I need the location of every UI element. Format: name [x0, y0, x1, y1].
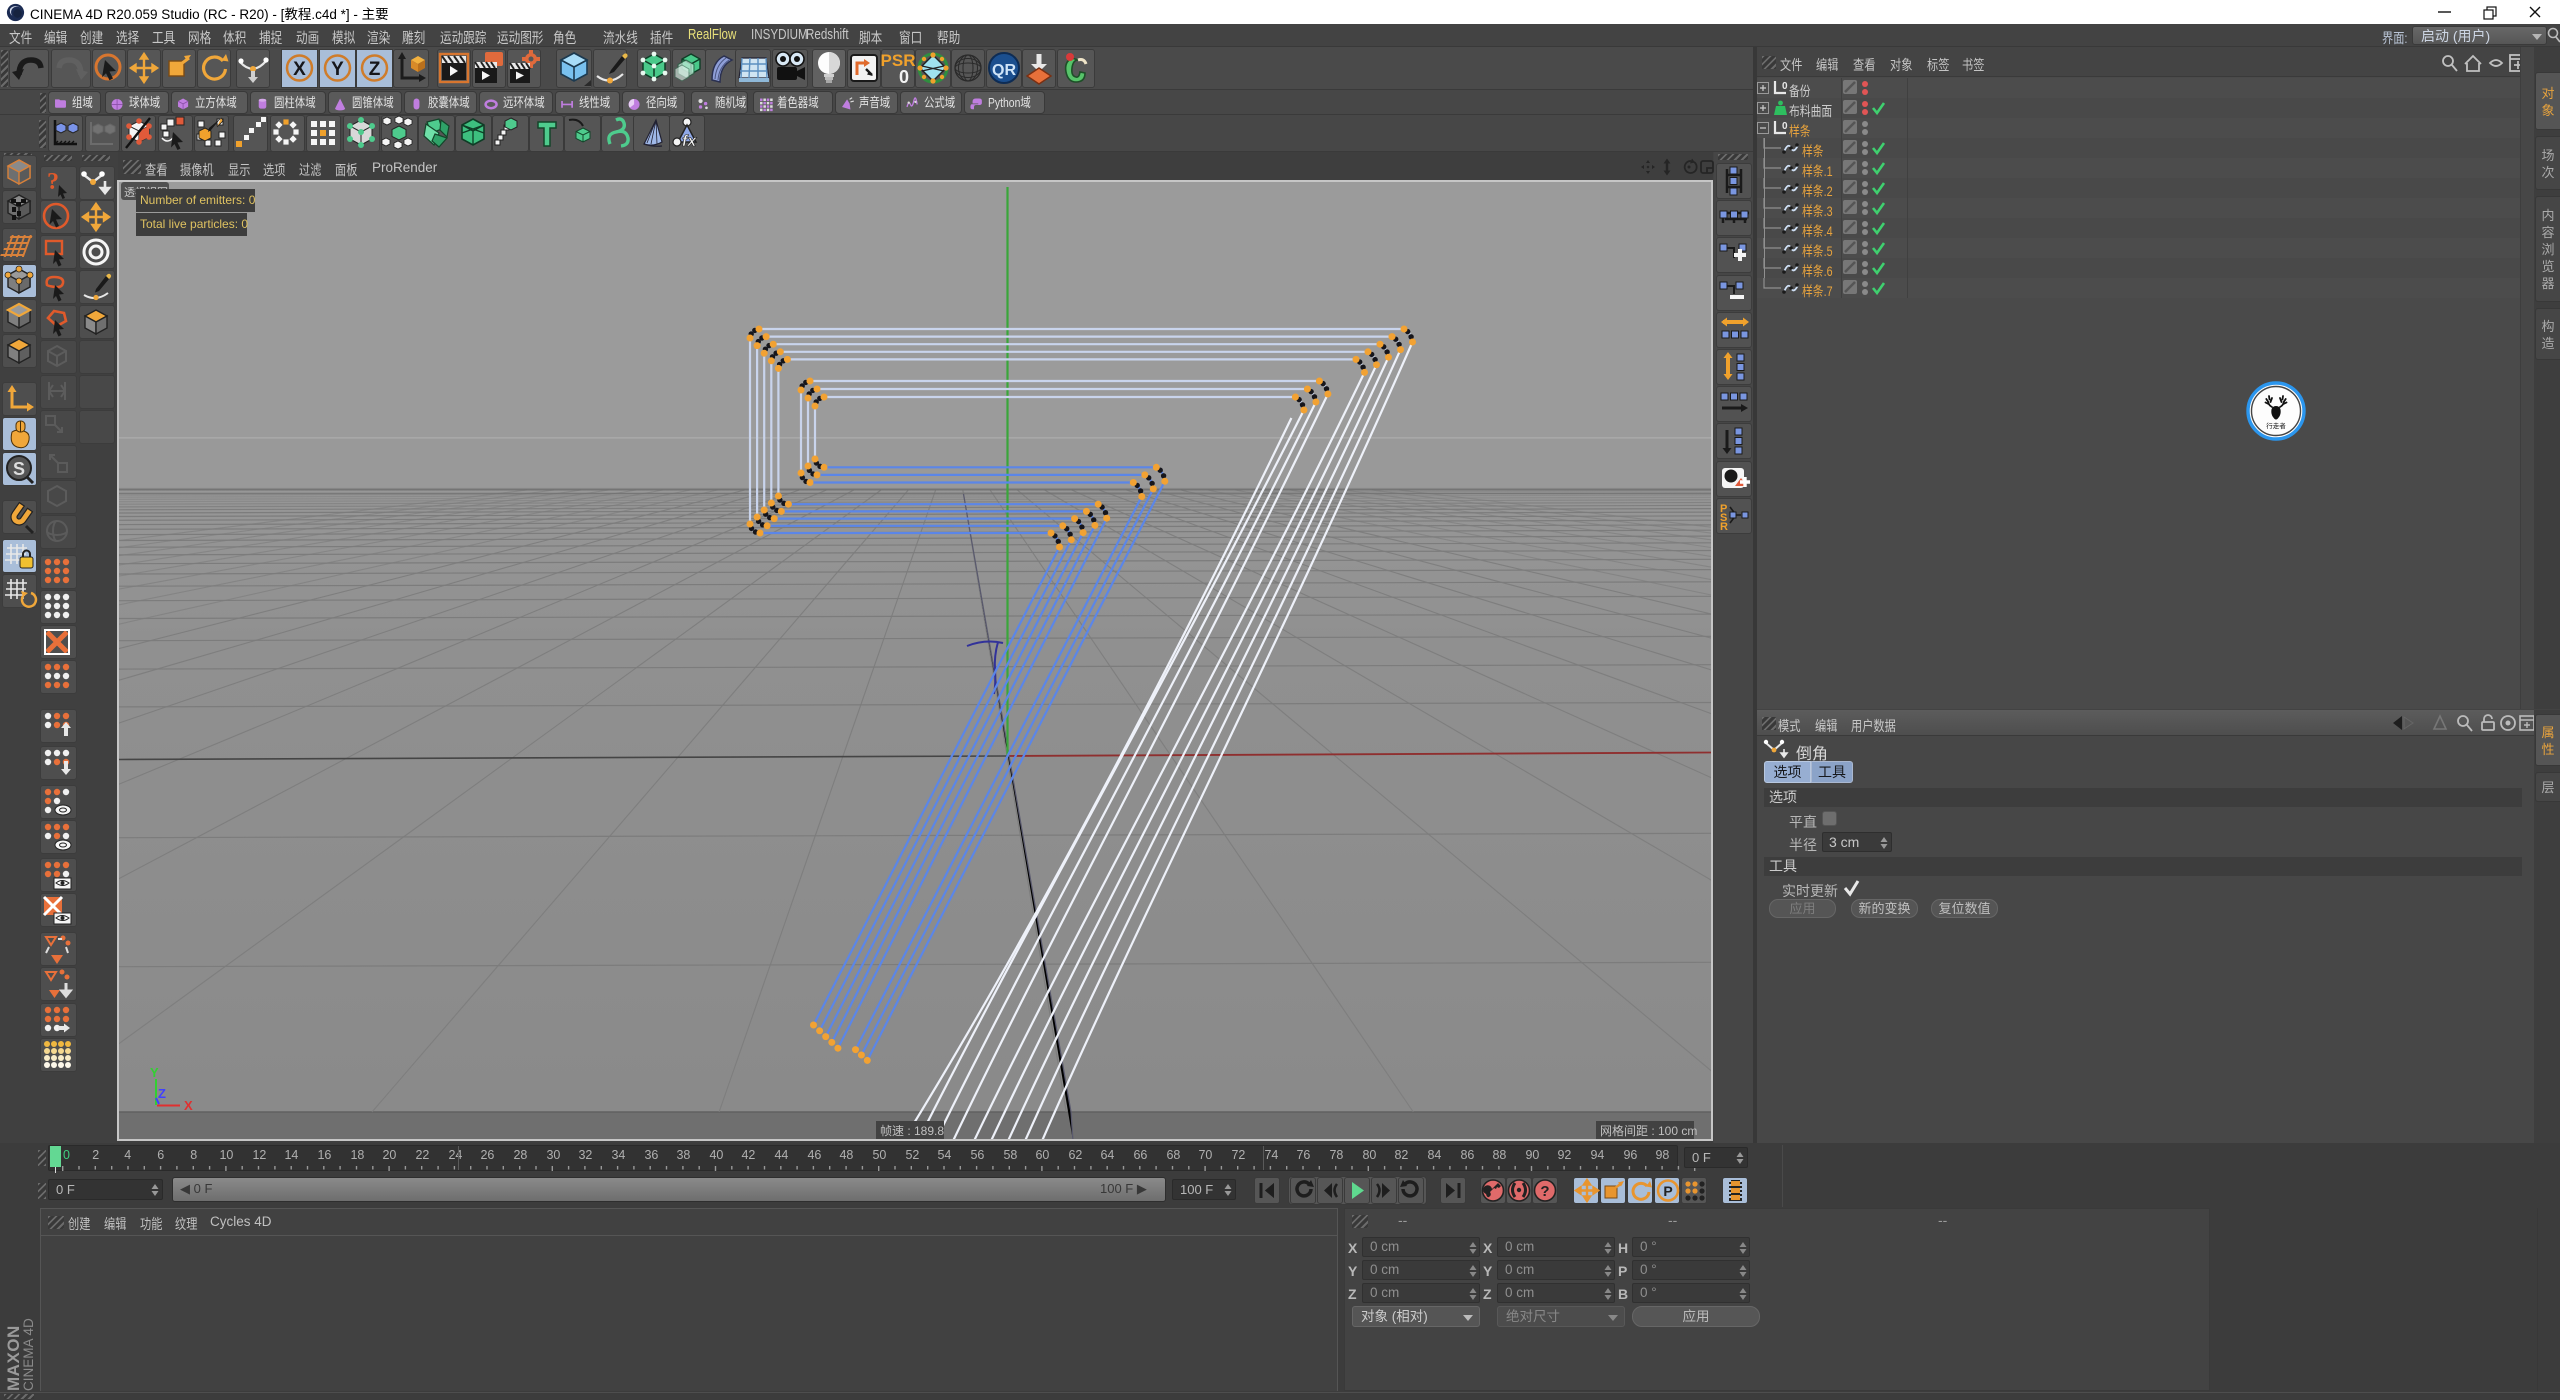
svg-text:Number of emitters: 0: Number of emitters: 0: [140, 193, 256, 207]
svg-text:行走者: 行走者: [2266, 421, 2286, 430]
svg-text:Total live particles: 0: Total live particles: 0: [140, 217, 248, 231]
svg-text:Z: Z: [369, 59, 381, 80]
svg-text:网格间距 : 100 cm: 网格间距 : 100 cm: [1600, 1123, 1697, 1138]
svg-text:R: R: [1720, 521, 1728, 533]
svg-text:P: P: [1663, 1183, 1672, 1199]
svg-text:0: 0: [899, 67, 909, 87]
svg-text:fx: fx: [682, 133, 697, 150]
svg-text:0: 0: [1782, 121, 1788, 132]
svg-text:?: ?: [1540, 1183, 1549, 1200]
svg-text:?: ?: [47, 169, 59, 195]
svg-text:Z: Z: [158, 1086, 166, 1101]
svg-text:Y: Y: [331, 59, 344, 80]
svg-text:0: 0: [1782, 81, 1788, 92]
svg-text:帧速 : 189.8: 帧速 : 189.8: [880, 1124, 944, 1138]
svg-text:X: X: [184, 1098, 193, 1113]
svg-text:Y: Y: [150, 1065, 159, 1080]
svg-text:QR: QR: [992, 62, 1016, 79]
svg-text:X: X: [293, 59, 306, 80]
svg-text:S: S: [13, 459, 25, 479]
